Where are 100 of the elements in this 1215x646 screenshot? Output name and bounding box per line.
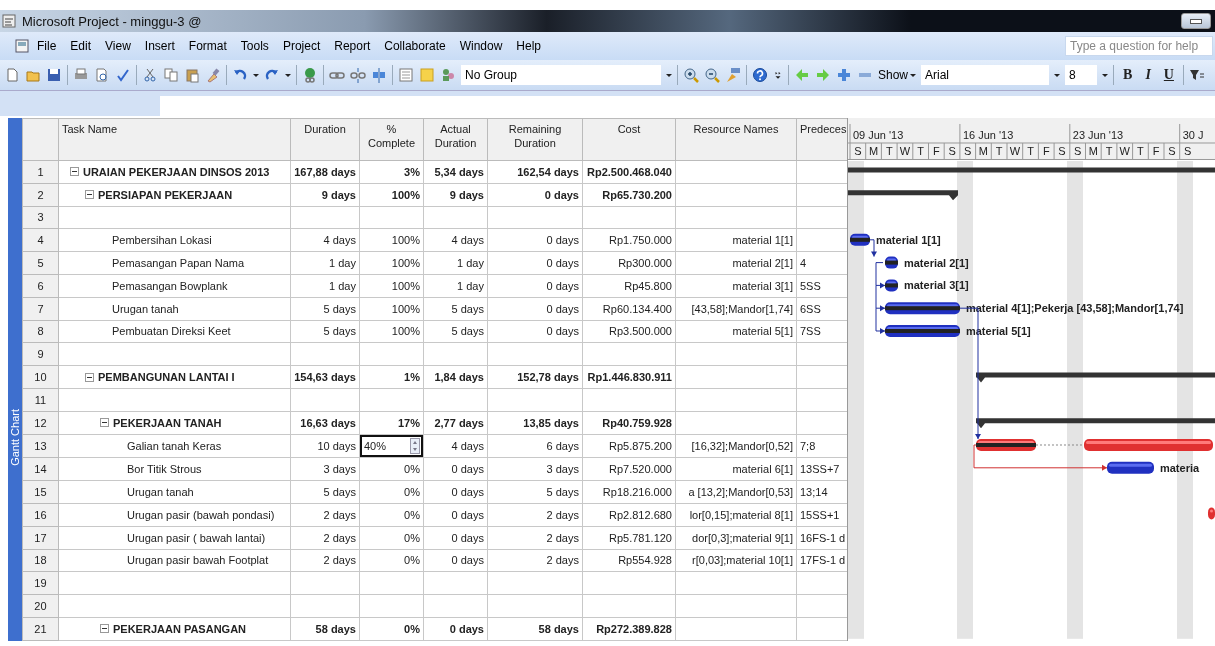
- day-label: F: [1043, 145, 1050, 157]
- spelling-check-icon[interactable]: [115, 67, 131, 83]
- row-number[interactable]: 9: [22, 342, 59, 366]
- task-bar[interactable]: [885, 256, 899, 269]
- column-header[interactable]: Resource Names: [675, 118, 797, 161]
- day-label: T: [1106, 145, 1113, 157]
- cost-cell: Rp3.500.000: [609, 325, 672, 338]
- row-number[interactable]: 13: [22, 434, 59, 458]
- menu-item[interactable]: Help: [509, 37, 548, 55]
- clipboard-icon[interactable]: [184, 67, 200, 83]
- row-number[interactable]: 16: [22, 503, 59, 527]
- save-icon[interactable]: [46, 67, 62, 83]
- row-number[interactable]: 12: [22, 411, 59, 435]
- predecessor-cell: 6SS: [800, 302, 821, 315]
- picture-brush-icon[interactable]: [725, 67, 741, 83]
- column-header[interactable]: Actual Duration: [423, 118, 488, 161]
- task-bar[interactable]: [976, 439, 1037, 451]
- plus-icon[interactable]: [836, 67, 852, 83]
- help-search-field[interactable]: Type a question for help: [1065, 36, 1213, 56]
- collapse-icon[interactable]: [100, 624, 109, 634]
- menu-item[interactable]: Project: [275, 37, 328, 55]
- menu-item[interactable]: Collaborate: [377, 37, 453, 55]
- menu-item[interactable]: Tools: [233, 37, 276, 55]
- menu-item[interactable]: Report: [327, 37, 378, 55]
- task-bar[interactable]: [1107, 461, 1155, 474]
- paintbrush-icon[interactable]: [205, 67, 221, 83]
- percent-complete-input[interactable]: 40%: [360, 435, 423, 457]
- bold-button[interactable]: B: [1119, 67, 1137, 83]
- globe-link-icon[interactable]: [302, 67, 318, 83]
- row-number[interactable]: 18: [22, 549, 59, 572]
- row-number[interactable]: 1: [22, 160, 59, 184]
- view-bar[interactable]: Gantt Chart: [8, 118, 22, 641]
- row-number[interactable]: 6: [22, 274, 59, 298]
- spinner-icon[interactable]: [410, 437, 420, 454]
- collapse-icon[interactable]: [85, 372, 94, 382]
- row-number[interactable]: 5: [22, 251, 59, 275]
- entry-field[interactable]: [160, 96, 1215, 116]
- view-label[interactable]: Gantt Chart: [9, 408, 21, 466]
- people-icon[interactable]: [440, 67, 456, 83]
- task-bar[interactable]: [885, 279, 899, 292]
- row-number[interactable]: 20: [22, 594, 59, 618]
- font-select[interactable]: Arial: [921, 65, 1050, 85]
- resource-cell: a [13,2];Mandor[0,53]: [688, 486, 793, 499]
- row-number[interactable]: 21: [22, 617, 59, 641]
- italic-button[interactable]: I: [1141, 67, 1155, 83]
- summary-bar[interactable]: [976, 372, 1215, 383]
- menu-item[interactable]: Insert: [137, 37, 182, 55]
- row-number[interactable]: 14: [22, 457, 59, 481]
- new-document-icon[interactable]: [4, 67, 20, 83]
- collapse-icon[interactable]: [100, 418, 109, 428]
- broken-link-icon[interactable]: [350, 67, 366, 83]
- row-number[interactable]: 17: [22, 526, 59, 550]
- column-header[interactable]: % Complete: [359, 118, 424, 161]
- duration-cell: 2,77 days: [434, 416, 484, 429]
- minimize-button[interactable]: [1181, 13, 1211, 29]
- zoom-in-icon[interactable]: [683, 67, 699, 83]
- task-bar[interactable]: [885, 325, 961, 337]
- print-preview-icon[interactable]: [94, 67, 110, 83]
- menu-item[interactable]: Format: [181, 37, 234, 55]
- column-header[interactable]: Remaining Duration: [487, 118, 583, 161]
- row-number[interactable]: 3: [22, 206, 59, 229]
- duration-cell: 162,54 days: [517, 165, 579, 178]
- task-bar[interactable]: [885, 302, 961, 315]
- font-size-select[interactable]: 8: [1065, 65, 1098, 85]
- row-number[interactable]: 10: [22, 365, 59, 389]
- percent-cell: 1%: [404, 371, 420, 384]
- duration-cell: 0 days: [451, 508, 484, 521]
- day-label: W: [1119, 145, 1131, 157]
- cost-cell: Rp45.800: [624, 279, 672, 292]
- column-header[interactable]: Duration: [290, 118, 360, 161]
- document-icon[interactable]: [14, 38, 30, 54]
- copy-icon[interactable]: [163, 67, 179, 83]
- help-icon[interactable]: [752, 67, 768, 83]
- underline-button[interactable]: U: [1159, 67, 1178, 83]
- menu-item[interactable]: File: [30, 37, 64, 55]
- collapse-icon[interactable]: [70, 167, 79, 177]
- row-number[interactable]: 15: [22, 480, 59, 504]
- summary-bar[interactable]: [848, 190, 959, 201]
- scissors-icon[interactable]: [142, 67, 158, 83]
- row-number[interactable]: 19: [22, 571, 59, 595]
- row-number[interactable]: 7: [22, 297, 59, 321]
- row-number[interactable]: 8: [22, 320, 59, 343]
- menu-item[interactable]: Edit: [63, 37, 99, 55]
- summary-bar[interactable]: [976, 418, 1215, 429]
- filter-icon[interactable]: [1188, 67, 1205, 83]
- duration-cell: 1 day: [329, 279, 356, 292]
- menu-item[interactable]: View: [98, 37, 138, 55]
- collapse-icon[interactable]: [85, 190, 94, 200]
- row-number[interactable]: 11: [22, 388, 59, 412]
- row-number[interactable]: 4: [22, 228, 59, 252]
- menu-item[interactable]: Window: [452, 37, 510, 55]
- percent-cell: 0%: [404, 531, 420, 544]
- column-header[interactable]: Task Name: [58, 118, 291, 161]
- column-header[interactable]: Cost: [582, 118, 676, 161]
- split-task-icon[interactable]: [371, 67, 387, 83]
- column-header[interactable]: Predeces: [796, 118, 848, 161]
- zoom-out-icon[interactable]: [704, 67, 720, 83]
- group-select[interactable]: No Group: [461, 65, 661, 85]
- show-button[interactable]: Show: [878, 68, 917, 82]
- row-number[interactable]: 2: [22, 183, 59, 207]
